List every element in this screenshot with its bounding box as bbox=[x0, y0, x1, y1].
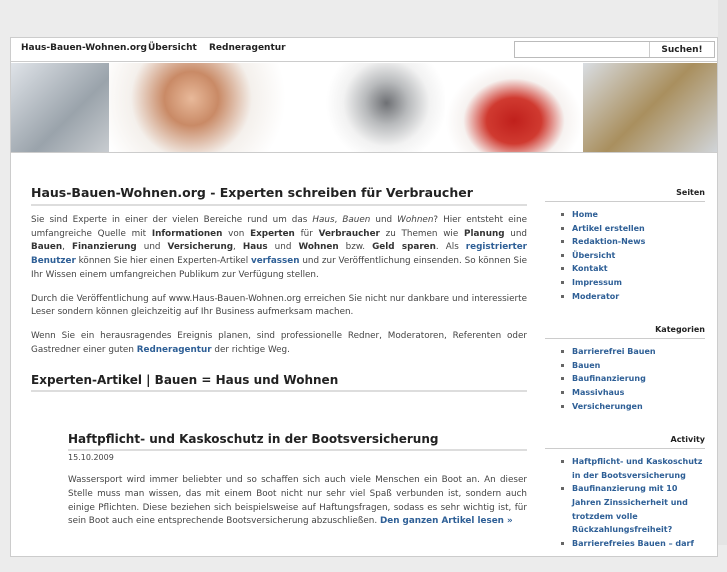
top-nav: Haus-Bauen-Wohnen.org Übersicht Rednerag… bbox=[11, 38, 717, 62]
search-form: Suchen! bbox=[514, 41, 715, 58]
read-more-link[interactable]: Den ganzen Artikel lesen » bbox=[380, 516, 513, 526]
page-container: Haus-Bauen-Wohnen.org Übersicht Rednerag… bbox=[10, 37, 718, 557]
category-item[interactable]: Bauen bbox=[545, 359, 705, 373]
sidebar-item-kontakt[interactable]: Kontakt bbox=[545, 262, 705, 276]
header-banner bbox=[11, 63, 717, 153]
write-article-link[interactable]: verfassen bbox=[251, 256, 300, 266]
sidebar-title-activity: Activity bbox=[545, 435, 705, 450]
intro-paragraph: Sie sind Experte in einer der vielen Ber… bbox=[31, 215, 528, 280]
scrollbar-area bbox=[718, 0, 727, 545]
post: Haftpflicht- und Kaskoschutz in der Boot… bbox=[68, 432, 527, 529]
post-title[interactable]: Haftpflicht- und Kaskoschutz in der Boot… bbox=[68, 432, 527, 452]
redneragentur-link[interactable]: Redneragentur bbox=[137, 345, 212, 355]
paragraph-publication: Durch die Veröffentlichung auf www.Haus-… bbox=[31, 293, 527, 318]
search-button[interactable]: Suchen! bbox=[650, 42, 714, 57]
main-content: Haus-Bauen-Wohnen.org - Experten schreib… bbox=[31, 185, 527, 539]
banner-image-family bbox=[109, 63, 315, 152]
nav-uebersicht[interactable]: Übersicht bbox=[148, 43, 197, 53]
sidebar-item-home[interactable]: Home bbox=[545, 208, 705, 222]
categories-list: Barrierefrei Bauen Bauen Baufinanzierung… bbox=[545, 345, 705, 413]
sidebar-title-seiten: Seiten bbox=[545, 188, 705, 202]
search-input[interactable] bbox=[515, 42, 650, 57]
activity-item[interactable]: Haftpflicht- und Kaskoschutz in der Boot… bbox=[545, 455, 705, 482]
sidebar-title-kategorien: Kategorien bbox=[545, 325, 705, 340]
sidebar-item-impressum[interactable]: Impressum bbox=[545, 276, 705, 290]
nav-home[interactable]: Haus-Bauen-Wohnen.org bbox=[21, 43, 147, 53]
sidebar-item-uebersicht[interactable]: Übersicht bbox=[545, 249, 705, 263]
sidebar: Seiten Home Artikel erstellen Redaktion-… bbox=[545, 188, 705, 572]
banner-image-office bbox=[11, 63, 109, 152]
banner-image-couch-family bbox=[445, 63, 583, 152]
post-excerpt: Wassersport wird immer beliebter und so … bbox=[68, 475, 527, 527]
paragraph-speakers: Wenn Sie ein herausragendes Ereignis pla… bbox=[31, 330, 527, 355]
sidebar-item-moderator[interactable]: Moderator bbox=[545, 290, 705, 304]
nav-redneragentur[interactable]: Redneragentur bbox=[209, 43, 286, 53]
sidebar-item-redaktion-news[interactable]: Redaktion-News bbox=[545, 235, 705, 249]
category-item[interactable]: Barrierefrei Bauen bbox=[545, 345, 705, 359]
activity-item[interactable]: Baufinanzierung mit 10 Jahren Zinssicher… bbox=[545, 482, 705, 536]
category-item[interactable]: Massivhaus bbox=[545, 386, 705, 400]
post-date: 15.10.2009 bbox=[68, 453, 114, 463]
page-title: Haus-Bauen-Wohnen.org - Experten schreib… bbox=[31, 185, 527, 206]
banner-image-coins bbox=[583, 63, 717, 152]
pages-list: Home Artikel erstellen Redaktion-News Üb… bbox=[545, 208, 705, 303]
section-title: Experten-Artikel | Bauen = Haus und Wohn… bbox=[31, 373, 527, 393]
banner-image-house-model bbox=[315, 63, 445, 152]
activity-list: Haftpflicht- und Kaskoschutz in der Boot… bbox=[545, 455, 705, 550]
category-item[interactable]: Baufinanzierung bbox=[545, 372, 705, 386]
sidebar-item-artikel-erstellen[interactable]: Artikel erstellen bbox=[545, 222, 705, 236]
activity-item[interactable]: Barrierefreies Bauen – darf bbox=[545, 537, 705, 551]
category-item[interactable]: Versicherungen bbox=[545, 400, 705, 414]
